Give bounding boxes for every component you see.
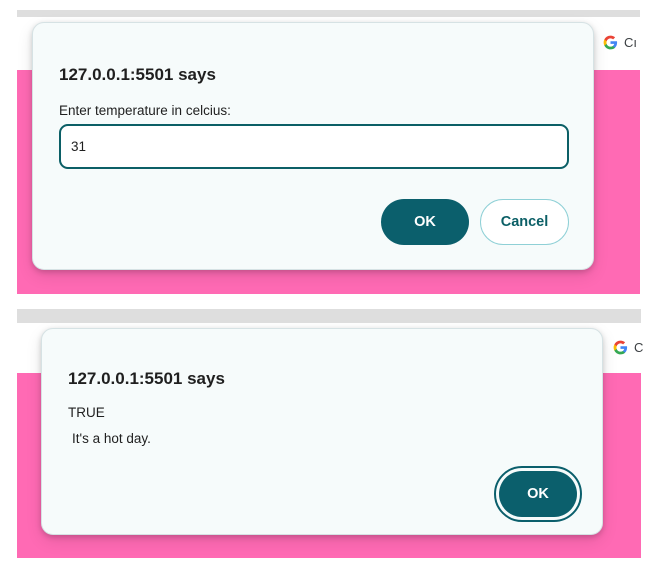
dialog-title: 127.0.0.1:5501 says — [59, 65, 216, 84]
google-account-chip[interactable]: C — [613, 340, 643, 355]
google-g-icon — [603, 35, 618, 50]
google-account-chip[interactable]: Cı — [603, 35, 637, 50]
dialog-message: TRUE It's a hot day. — [68, 400, 151, 452]
temperature-input[interactable] — [59, 124, 569, 169]
message-line: TRUE — [68, 405, 105, 420]
dialog-title: 127.0.0.1:5501 says — [68, 369, 225, 388]
google-chip-text: C — [634, 340, 644, 355]
browser-tab-strip — [17, 10, 640, 17]
message-line: It's a hot day. — [72, 431, 151, 446]
cancel-button[interactable]: Cancel — [480, 199, 569, 245]
ok-button[interactable]: OK — [381, 199, 469, 245]
prompt-browser-viewport: Cı 127.0.0.1:5501 says Enter temperature… — [17, 10, 640, 294]
ok-button-focus-ring: OK — [494, 466, 582, 522]
browser-tab-strip — [17, 309, 641, 323]
prompt-dialog: 127.0.0.1:5501 says Enter temperature in… — [32, 22, 594, 270]
alert-dialog: 127.0.0.1:5501 says TRUE It's a hot day.… — [41, 328, 603, 535]
alert-browser-viewport: C 127.0.0.1:5501 says TRUE It's a hot da… — [17, 309, 643, 558]
dialog-message: Enter temperature in celcius: — [59, 103, 231, 118]
google-chip-text: Cı — [624, 35, 637, 50]
google-g-icon — [613, 340, 628, 355]
ok-button[interactable]: OK — [499, 471, 577, 517]
